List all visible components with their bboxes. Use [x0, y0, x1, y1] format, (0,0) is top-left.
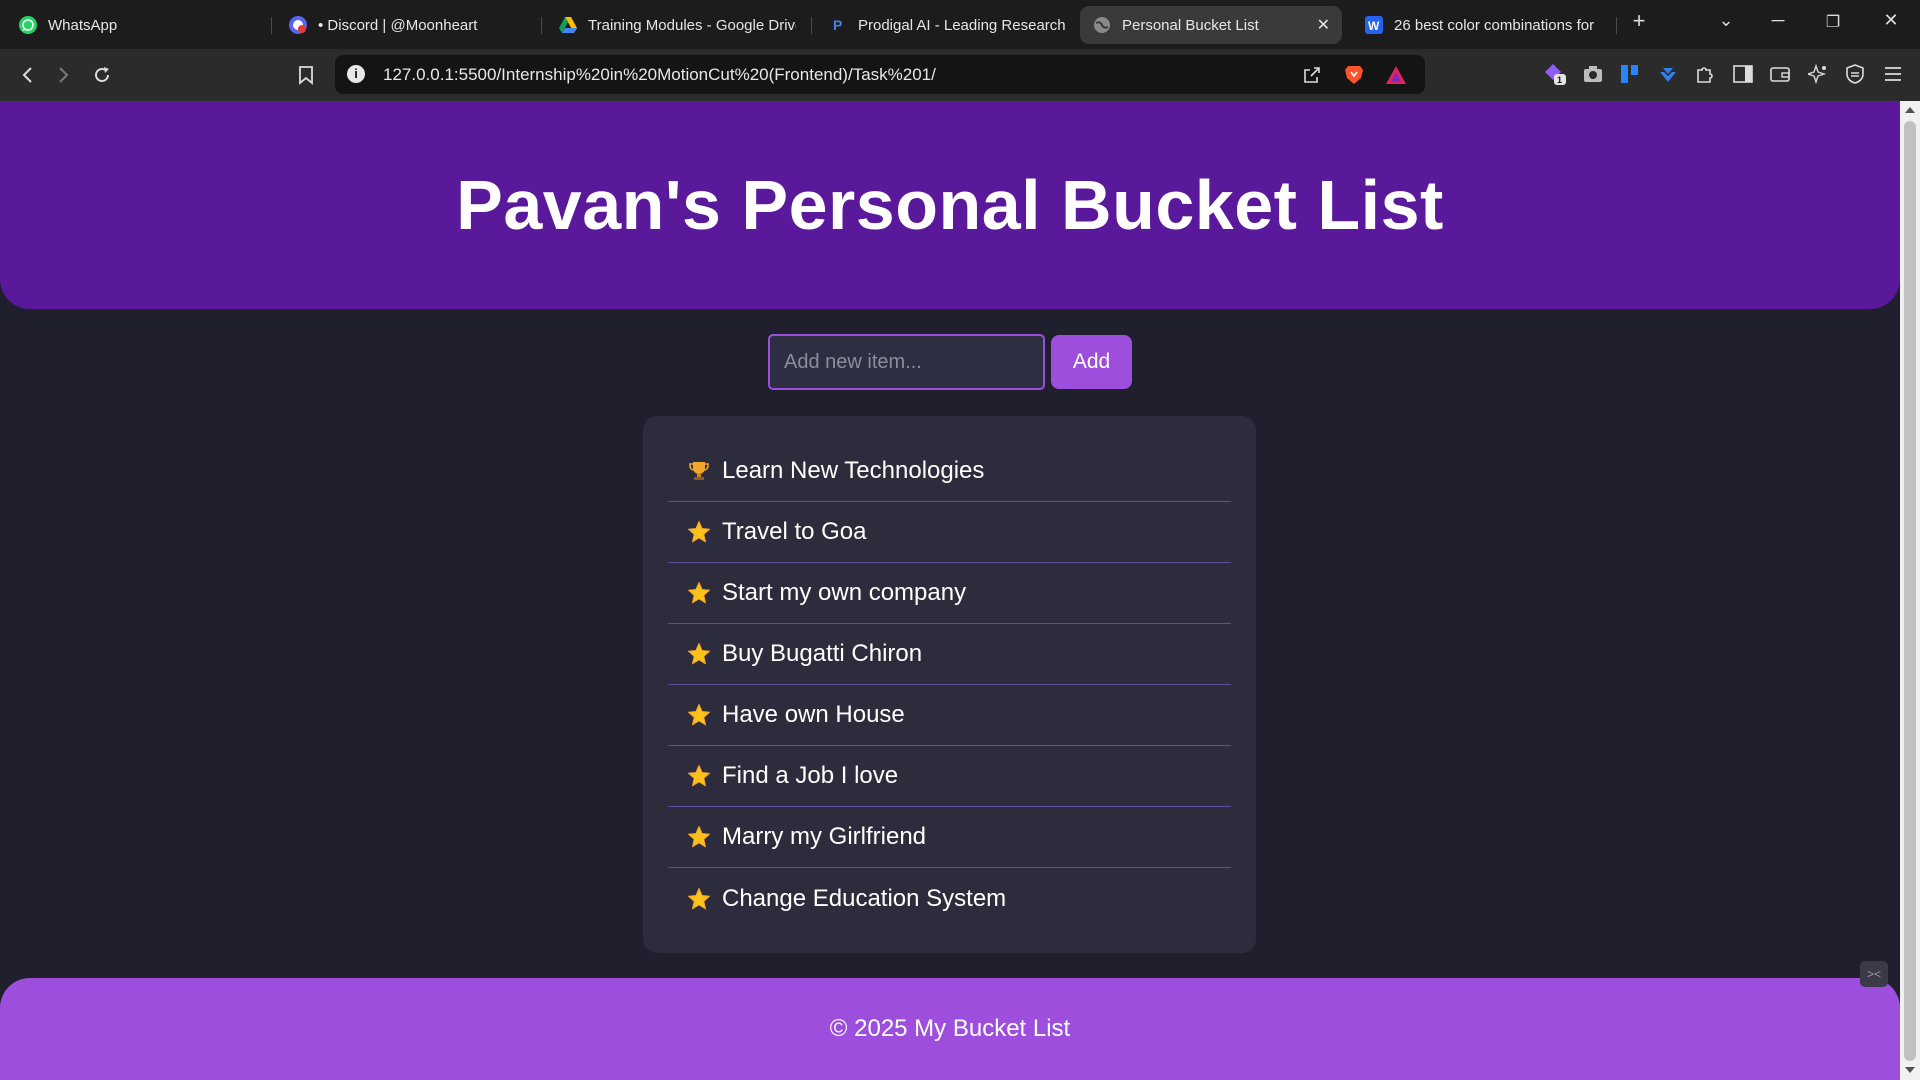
- svg-text:1: 1: [1557, 75, 1562, 85]
- tab-whatsapp[interactable]: WhatsApp: [6, 6, 268, 44]
- brave-rewards-icon[interactable]: [1385, 64, 1407, 86]
- tab-google-drive[interactable]: Training Modules - Google Drive: [546, 6, 808, 44]
- trello-icon[interactable]: [1618, 62, 1642, 86]
- list-item[interactable]: Travel to Goa: [668, 502, 1231, 563]
- footer-text: © 2025 My Bucket List: [829, 1015, 1071, 1042]
- forward-button[interactable]: [50, 61, 78, 89]
- page-header: Pavan's Personal Bucket List: [0, 101, 1900, 309]
- url-text[interactable]: 127.0.0.1:5500/Internship%20in%20MotionC…: [383, 65, 936, 85]
- star-icon: [686, 519, 712, 545]
- list-item[interactable]: Find a Job I love: [668, 746, 1231, 807]
- list-item[interactable]: Start my own company: [668, 563, 1231, 624]
- add-button[interactable]: Add: [1051, 335, 1132, 389]
- address-bar: i 127.0.0.1:5500/Internship%20in%20Motio…: [0, 49, 1920, 101]
- vertical-scrollbar[interactable]: [1900, 101, 1920, 1080]
- star-icon: [686, 824, 712, 850]
- scroll-up-icon[interactable]: [1905, 107, 1915, 113]
- list-item-text: Start my own company: [722, 579, 967, 606]
- star-icon: [686, 641, 712, 667]
- wallet-extension-icon[interactable]: 1: [1543, 62, 1567, 86]
- list-item-text: Have own House: [722, 701, 905, 728]
- list-item-text: Buy Bugatti Chiron: [722, 640, 923, 667]
- extensions-puzzle-icon[interactable]: [1693, 62, 1717, 86]
- svg-text:W: W: [1368, 19, 1380, 33]
- tab-label: WhatsApp: [48, 16, 118, 34]
- list-item[interactable]: Buy Bugatti Chiron: [668, 624, 1231, 685]
- tab-label: Personal Bucket List: [1122, 16, 1259, 34]
- tab-search-chevron-icon[interactable]: ⌄: [1711, 10, 1741, 31]
- list-item-text: Find a Job I love: [722, 762, 899, 789]
- list-item[interactable]: Marry my Girlfriend: [668, 807, 1231, 868]
- arrow-extension-icon[interactable]: [1656, 62, 1680, 86]
- discord-icon: [288, 15, 308, 35]
- tab-color-combinations[interactable]: W 26 best color combinations for: [1352, 6, 1614, 44]
- new-tab-button[interactable]: +: [1624, 8, 1654, 34]
- star-icon: [686, 580, 712, 606]
- google-drive-icon: [558, 15, 578, 35]
- tab-prodigal[interactable]: P Prodigal AI - Leading Research: [816, 6, 1078, 44]
- page-viewport: Pavan's Personal Bucket List Add Learn N…: [0, 101, 1900, 1080]
- info-icon[interactable]: i: [347, 65, 365, 83]
- reload-button[interactable]: [88, 61, 116, 89]
- page-footer: © 2025 My Bucket List: [0, 978, 1900, 1080]
- close-tab-icon[interactable]: ✕: [1317, 15, 1330, 35]
- add-item-form: Add: [768, 334, 1132, 390]
- restore-button[interactable]: ❐: [1818, 12, 1848, 32]
- bucket-list: Learn New Technologies Travel to Goa Sta…: [643, 416, 1256, 953]
- prodigal-icon: P: [828, 15, 848, 35]
- page-title: Pavan's Personal Bucket List: [456, 166, 1444, 244]
- tab-label: 26 best color combinations for: [1394, 16, 1595, 34]
- tab-personal-bucket-list[interactable]: Personal Bucket List ✕: [1080, 6, 1342, 44]
- svg-text:P: P: [833, 17, 842, 33]
- list-item[interactable]: Have own House: [668, 685, 1231, 746]
- list-item[interactable]: Learn New Technologies: [668, 441, 1231, 502]
- vpn-shield-icon[interactable]: [1843, 62, 1867, 86]
- scrollbar-thumb[interactable]: [1904, 121, 1916, 1061]
- scroll-down-icon[interactable]: [1905, 1067, 1915, 1073]
- list-item-text: Change Education System: [722, 884, 1007, 912]
- new-item-input[interactable]: [768, 334, 1045, 390]
- whatsapp-icon: [18, 15, 38, 35]
- list-item-text: Learn New Technologies: [722, 457, 985, 484]
- brave-shields-icon[interactable]: [1343, 64, 1365, 86]
- trophy-icon: [686, 458, 712, 484]
- back-button[interactable]: [13, 61, 41, 89]
- list-item-text: Travel to Goa: [722, 518, 867, 545]
- star-icon: [686, 702, 712, 728]
- close-window-button[interactable]: ✕: [1876, 10, 1906, 31]
- tab-label: Training Modules - Google Drive: [588, 16, 796, 34]
- star-icon: [686, 886, 712, 912]
- menu-icon[interactable]: [1881, 62, 1905, 86]
- list-item-text: Marry my Girlfriend: [722, 823, 927, 850]
- leo-ai-icon[interactable]: [1806, 62, 1830, 86]
- camera-icon[interactable]: [1581, 62, 1605, 86]
- share-icon[interactable]: [1301, 64, 1323, 86]
- bookmark-icon[interactable]: [292, 61, 320, 89]
- tab-label: Prodigal AI - Leading Research: [858, 16, 1066, 34]
- w-icon: W: [1364, 15, 1384, 35]
- wallet-icon[interactable]: [1768, 62, 1792, 86]
- url-bar[interactable]: i 127.0.0.1:5500/Internship%20in%20Motio…: [335, 55, 1425, 94]
- star-icon: [686, 763, 712, 789]
- dev-tools-toggle-icon[interactable]: ><: [1860, 961, 1888, 987]
- list-item[interactable]: Change Education System: [668, 868, 1231, 929]
- sidebar-toggle-icon[interactable]: [1731, 62, 1755, 86]
- minimize-button[interactable]: ─: [1763, 10, 1793, 31]
- tab-discord[interactable]: • Discord | @Moonheart: [276, 6, 538, 44]
- globe-icon: [1092, 15, 1112, 35]
- tab-label: • Discord | @Moonheart: [318, 16, 478, 34]
- tab-bar: WhatsApp • Discord | @Moonheart Training…: [0, 0, 1920, 49]
